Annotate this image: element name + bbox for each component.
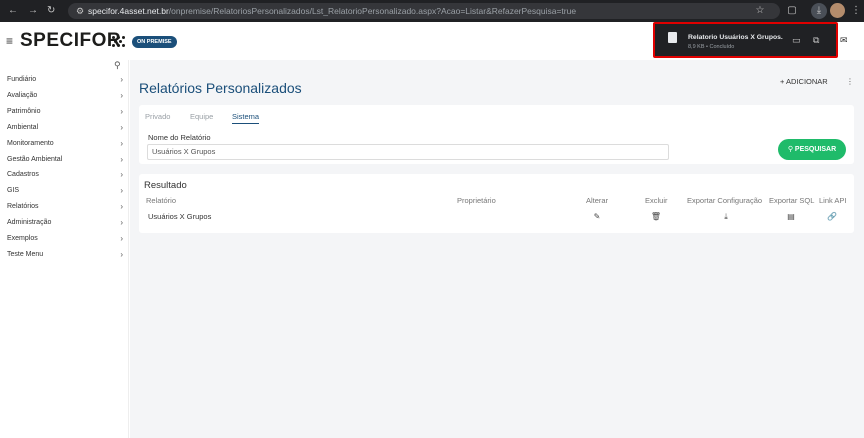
tab-equipe[interactable]: Equipe <box>190 112 213 122</box>
profile-avatar[interactable] <box>830 3 845 18</box>
sidebar-item-gis[interactable]: GIS › <box>7 183 127 198</box>
chevron-right-icon: › <box>120 91 123 100</box>
column-header-exportar-configuracao: Exportar Configuração <box>687 196 763 205</box>
report-name-label: Nome do Relatório <box>148 133 211 142</box>
report-name-input[interactable]: Usuários X Grupos <box>147 144 669 160</box>
sidebar-item-label: Ambiental <box>7 124 39 131</box>
file-icon <box>668 32 677 43</box>
hamburger-menu-icon[interactable]: ≡ <box>6 35 13 47</box>
sidebar-item-label: Relatórios <box>7 203 39 210</box>
address-bar[interactable]: ⚙ specifor.4asset.net.br/onpremise/Relat… <box>68 3 780 19</box>
column-header-excluir: Excluir <box>645 196 668 205</box>
sidebar-item-label: Teste Menu <box>7 251 44 258</box>
search-button-label: PESQUISAR <box>794 146 837 153</box>
search-icon: ⚲ <box>787 146 793 153</box>
sidebar-item-label: Fundiário <box>7 76 37 83</box>
column-header-link-api: Link API <box>819 196 847 205</box>
sidebar-item-label: Avaliação <box>7 92 38 99</box>
sidebar-item-label: Gestão Ambiental <box>7 156 63 163</box>
sidebar-search-icon[interactable]: ⚲ <box>114 60 121 71</box>
sidebar-item-label: Patrimônio <box>7 108 41 115</box>
sidebar-item-relatorios[interactable]: Relatórios › <box>7 199 127 214</box>
sidebar-item-gestao-ambiental[interactable]: Gestão Ambiental › <box>7 152 127 167</box>
browser-toolbar: ← → ↻ ⚙ specifor.4asset.net.br/onpremise… <box>0 0 864 22</box>
chevron-right-icon: › <box>120 186 123 195</box>
sidebar-item-exemplos[interactable]: Exemplos › <box>7 231 127 246</box>
page-title: Relatórios Personalizados <box>139 80 302 96</box>
downloads-icon[interactable]: ⤓ <box>811 3 827 19</box>
sidebar-item-cadastros[interactable]: Cadastros › <box>7 167 127 182</box>
chevron-right-icon: › <box>120 139 123 148</box>
url-path: /onpremise/RelatoriosPersonalizados/Lst_… <box>168 6 577 16</box>
edit-icon[interactable]: ✎ <box>591 211 603 223</box>
download-status: 8,9 KB • Concluído <box>688 44 735 50</box>
sidebar-item-label: Monitoramento <box>7 140 54 147</box>
table-cell-relatorio[interactable]: Usuários X Grupos <box>148 212 211 222</box>
url-host: specifor.4asset.net.br <box>88 6 169 16</box>
sidebar-item-label: Exemplos <box>7 235 38 242</box>
sidebar-item-monitoramento[interactable]: Monitoramento › <box>7 136 127 151</box>
tab-sistema[interactable]: Sistema <box>232 112 260 124</box>
search-button[interactable]: ⚲ PESQUISAR <box>778 139 846 160</box>
logo[interactable]: SPECIFOR <box>20 31 121 51</box>
add-button[interactable]: + ADICIONAR <box>780 77 828 87</box>
chevron-right-icon: › <box>120 155 123 164</box>
sidebar-item-avaliacao[interactable]: Avaliação › <box>7 88 127 103</box>
sidebar-item-label: Administração <box>7 219 52 226</box>
mail-icon[interactable]: ✉ <box>840 35 848 46</box>
sidebar-item-ambiental[interactable]: Ambiental › <box>7 120 127 135</box>
sidebar-item-teste-menu[interactable]: Teste Menu › <box>7 247 127 262</box>
filter-card: Privado Equipe Sistema Nome do Relatório… <box>139 105 854 164</box>
sidebar-item-label: Cadastros <box>7 171 39 178</box>
url-text[interactable]: specifor.4asset.net.br/onpremise/Relator… <box>88 5 576 17</box>
folder-icon[interactable]: ▭ <box>792 34 801 46</box>
link-icon[interactable]: 🔗 <box>826 211 838 223</box>
export-config-download-icon[interactable]: ⤓ <box>720 211 732 223</box>
sidebar: ⚲ Fundiário › Avaliação › Patrimônio › Ambi… <box>0 60 129 438</box>
download-file-name[interactable]: Relatorio Usuários X Grupos. <box>688 33 783 42</box>
extensions-icon[interactable]: ▢ <box>784 3 800 19</box>
site-settings-icon[interactable]: ⚙ <box>74 5 86 17</box>
sidebar-item-patrimonio[interactable]: Patrimônio › <box>7 104 127 119</box>
sidebar-item-administracao[interactable]: Administração › <box>7 215 127 230</box>
column-header-relatorio: Relatório <box>146 196 177 205</box>
main-content: Relatórios Personalizados + ADICIONAR ⋮ … <box>130 60 864 438</box>
chevron-right-icon: › <box>120 123 123 132</box>
back-arrow-icon[interactable]: ← <box>8 4 18 18</box>
tab-privado[interactable]: Privado <box>145 112 170 122</box>
chevron-right-icon: › <box>120 202 123 211</box>
chevron-right-icon: › <box>120 107 123 116</box>
sidebar-item-fundiario[interactable]: Fundiário › <box>7 72 127 87</box>
sidebar-item-label: GIS <box>7 187 20 194</box>
column-header-proprietario: Proprietário <box>457 196 496 205</box>
chevron-right-icon: › <box>120 75 123 84</box>
logo-mark-icon <box>112 36 126 47</box>
chevron-right-icon: › <box>120 250 123 259</box>
chevron-right-icon: › <box>120 218 123 227</box>
results-title: Resultado <box>144 180 187 191</box>
on-premise-badge: ON PREMISE <box>132 36 177 48</box>
column-header-exportar-sql: Exportar SQL <box>769 196 815 205</box>
chevron-right-icon: › <box>120 170 123 179</box>
reload-icon[interactable]: ↻ <box>47 4 55 18</box>
chevron-right-icon: › <box>120 234 123 243</box>
menu-kebab-icon[interactable]: ⋮ <box>848 3 864 19</box>
trash-icon[interactable]: 🗑 <box>650 211 662 223</box>
column-header-alterar: Alterar <box>586 196 609 205</box>
more-options-icon[interactable]: ⋮ <box>846 77 854 87</box>
bookmark-star-icon[interactable]: ☆ <box>752 3 768 19</box>
download-popup: Relatorio Usuários X Grupos. 8,9 KB • Co… <box>653 22 838 58</box>
open-external-icon[interactable]: ⧉ <box>813 34 819 46</box>
forward-arrow-icon[interactable]: → <box>28 4 38 18</box>
export-sql-file-icon[interactable]: ▤ <box>785 211 797 223</box>
results-card: Resultado Relatório Proprietário Alterar… <box>139 174 854 233</box>
